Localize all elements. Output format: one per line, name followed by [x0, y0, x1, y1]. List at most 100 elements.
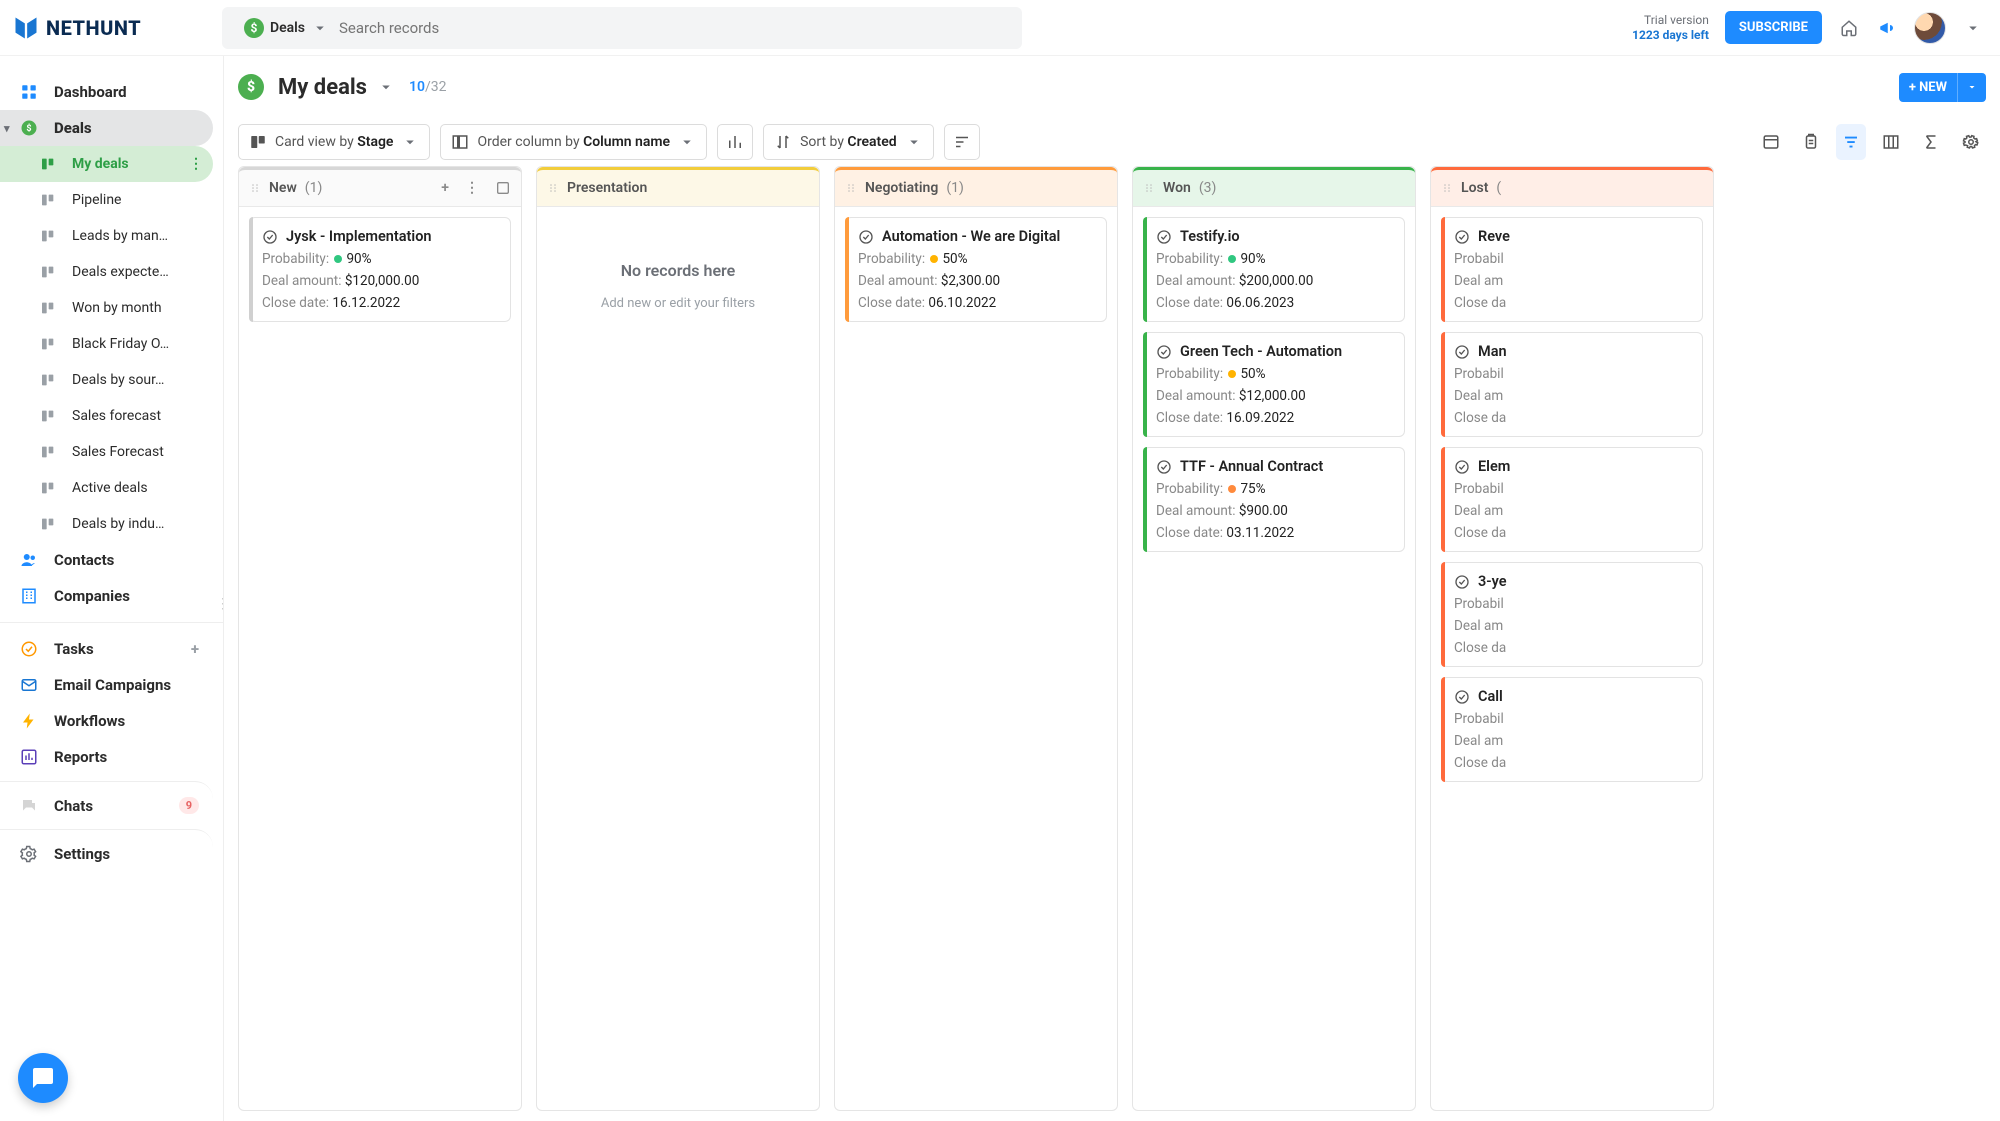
deal-card[interactable]: Call Probabil Deal am Close da	[1441, 677, 1703, 782]
sidebar-item-tasks[interactable]: Tasks +	[0, 631, 213, 667]
card-stripe	[1441, 562, 1445, 667]
sidebar-view-item[interactable]: Deals by sour…	[0, 362, 213, 398]
new-button-dropdown[interactable]	[1957, 73, 1986, 102]
column-header[interactable]: Won (3)	[1133, 167, 1415, 207]
more-icon[interactable]: ⋮	[189, 156, 203, 172]
deal-card[interactable]: TTF - Annual Contract Probability: 75% D…	[1143, 447, 1405, 552]
column-body[interactable]: No records here Add new or edit your fil…	[537, 207, 819, 1110]
deal-card[interactable]: Jysk - Implementation Probability: 90% D…	[249, 217, 511, 322]
column-header[interactable]: New (1) + ⋮	[239, 167, 521, 207]
plus-icon[interactable]: +	[191, 640, 199, 658]
board-icon	[40, 156, 58, 172]
sidebar-label: Dashboard	[54, 83, 127, 101]
sidebar-item-contacts[interactable]: Contacts	[0, 542, 213, 578]
more-icon[interactable]: ⋮	[465, 180, 479, 196]
card-amount: Deal am	[1454, 618, 1690, 634]
deal-card[interactable]: 3-ye Probabil Deal am Close da	[1441, 562, 1703, 667]
grip-icon[interactable]	[1441, 182, 1453, 194]
new-button[interactable]: + NEW	[1899, 73, 1957, 102]
sidebar-view-item[interactable]: Sales Forecast	[0, 434, 213, 470]
clipboard-icon[interactable]	[1796, 124, 1826, 160]
sigma-icon[interactable]	[1916, 124, 1946, 160]
deal-card[interactable]: Elem Probabil Deal am Close da	[1441, 447, 1703, 552]
cardview-selector[interactable]: Card view by Stage	[238, 124, 430, 160]
sidebar-resize-handle[interactable]: ⋮	[219, 589, 224, 619]
card-close-date: Close da	[1454, 755, 1690, 771]
column-header[interactable]: Presentation	[537, 167, 819, 207]
search-bar[interactable]: $ Deals	[222, 7, 1022, 49]
column-header[interactable]: Lost (	[1431, 167, 1713, 207]
search-input[interactable]	[339, 19, 1010, 37]
sidebar-view-label: Pipeline	[72, 192, 122, 208]
column-body[interactable]: Reve Probabil Deal am Close da Man Proba…	[1431, 207, 1713, 1110]
chart-button[interactable]	[717, 124, 753, 160]
card-close-date: Close date: 16.12.2022	[262, 295, 498, 311]
sidebar-item-chats[interactable]: Chats 9	[0, 781, 213, 823]
svg-text:$: $	[26, 123, 31, 134]
gear-icon[interactable]	[1956, 124, 1986, 160]
sidebar-view-item[interactable]: Leads by man…	[0, 218, 213, 254]
sidebar-item-companies[interactable]: Companies	[0, 578, 213, 614]
home-icon[interactable]	[1838, 17, 1860, 39]
sidebar-label: Tasks	[54, 640, 94, 658]
sidebar-item-settings[interactable]: Settings	[0, 829, 213, 871]
deal-card[interactable]: Testify.io Probability: 90% Deal amount:…	[1143, 217, 1405, 322]
board-icon	[40, 264, 58, 280]
column-name: Presentation	[567, 180, 647, 196]
chat-fab[interactable]	[18, 1053, 68, 1103]
sidebar-item-deals[interactable]: ▾ $ Deals	[0, 110, 213, 146]
column-name: Lost	[1461, 180, 1488, 196]
sidebar-item-workflows[interactable]: Workflows	[0, 703, 213, 739]
sidebar-item-reports[interactable]: Reports	[0, 739, 213, 775]
sidebar-label: Workflows	[54, 712, 125, 730]
grip-icon[interactable]	[1143, 182, 1155, 194]
search-scope-chip[interactable]: $ Deals	[244, 18, 329, 38]
sort-selector[interactable]: Sort by Created	[763, 124, 934, 160]
column-body[interactable]: Automation - We are Digital Probability:…	[835, 207, 1117, 1110]
grip-icon[interactable]	[845, 182, 857, 194]
deal-card[interactable]: Green Tech - Automation Probability: 50%…	[1143, 332, 1405, 437]
grip-icon[interactable]	[547, 182, 559, 194]
deal-card[interactable]: Reve Probabil Deal am Close da	[1441, 217, 1703, 322]
check-circle-icon	[858, 229, 874, 245]
sidebar-item-dashboard[interactable]: Dashboard	[0, 74, 213, 110]
sidebar-view-item[interactable]: My deals⋮	[0, 146, 213, 182]
sidebar-view-item[interactable]: Deals expecte…	[0, 254, 213, 290]
card-stripe	[845, 217, 849, 322]
column-body[interactable]: Testify.io Probability: 90% Deal amount:…	[1133, 207, 1415, 1110]
sidebar-view-item[interactable]: Won by month	[0, 290, 213, 326]
trial-info: Trial version 1223 days left	[1632, 13, 1709, 42]
sidebar-view-item[interactable]: Active deals	[0, 470, 213, 506]
board-icon	[40, 300, 58, 316]
subscribe-button[interactable]: SUBSCRIBE	[1725, 11, 1822, 44]
avatar[interactable]	[1914, 12, 1946, 44]
sort-direction-button[interactable]	[944, 124, 980, 160]
chevron-down-icon[interactable]	[377, 78, 395, 96]
column-name: Negotiating	[865, 180, 938, 196]
deal-card[interactable]: Man Probabil Deal am Close da	[1441, 332, 1703, 437]
columns-icon[interactable]	[1876, 124, 1906, 160]
plus-icon[interactable]: +	[441, 180, 449, 196]
filter-icon[interactable]	[1836, 124, 1866, 160]
logo[interactable]: NETHUNT	[12, 14, 222, 42]
column-body[interactable]: Jysk - Implementation Probability: 90% D…	[239, 207, 521, 1110]
kanban-board[interactable]: New (1) + ⋮ Jysk - Implementation Probab…	[238, 166, 2000, 1121]
card-amount: Deal amount: $12,000.00	[1156, 388, 1392, 404]
grip-icon[interactable]	[249, 182, 261, 194]
list-view-icon[interactable]	[1756, 124, 1786, 160]
sidebar-view-item[interactable]: Deals by indu…	[0, 506, 213, 542]
sidebar-view-item[interactable]: Sales forecast	[0, 398, 213, 434]
sidebar-view-item[interactable]: Pipeline	[0, 182, 213, 218]
chevron-down-icon[interactable]	[1962, 17, 1984, 39]
announcement-icon[interactable]	[1876, 17, 1898, 39]
column-header[interactable]: Negotiating (1)	[835, 167, 1117, 207]
trial-line2[interactable]: 1223 days left	[1632, 28, 1709, 42]
deal-card[interactable]: Automation - We are Digital Probability:…	[845, 217, 1107, 322]
checkbox-icon[interactable]	[495, 180, 511, 196]
sidebar-view-label: Deals by sour…	[72, 372, 164, 388]
sidebar-item-email[interactable]: Email Campaigns	[0, 667, 213, 703]
content: $ My deals 10/32 + NEW Card view by Stag…	[224, 56, 2000, 1121]
order-selector[interactable]: Order column by Column name	[440, 124, 707, 160]
page-title[interactable]: My deals	[278, 75, 395, 100]
sidebar-view-item[interactable]: Black Friday O…	[0, 326, 213, 362]
